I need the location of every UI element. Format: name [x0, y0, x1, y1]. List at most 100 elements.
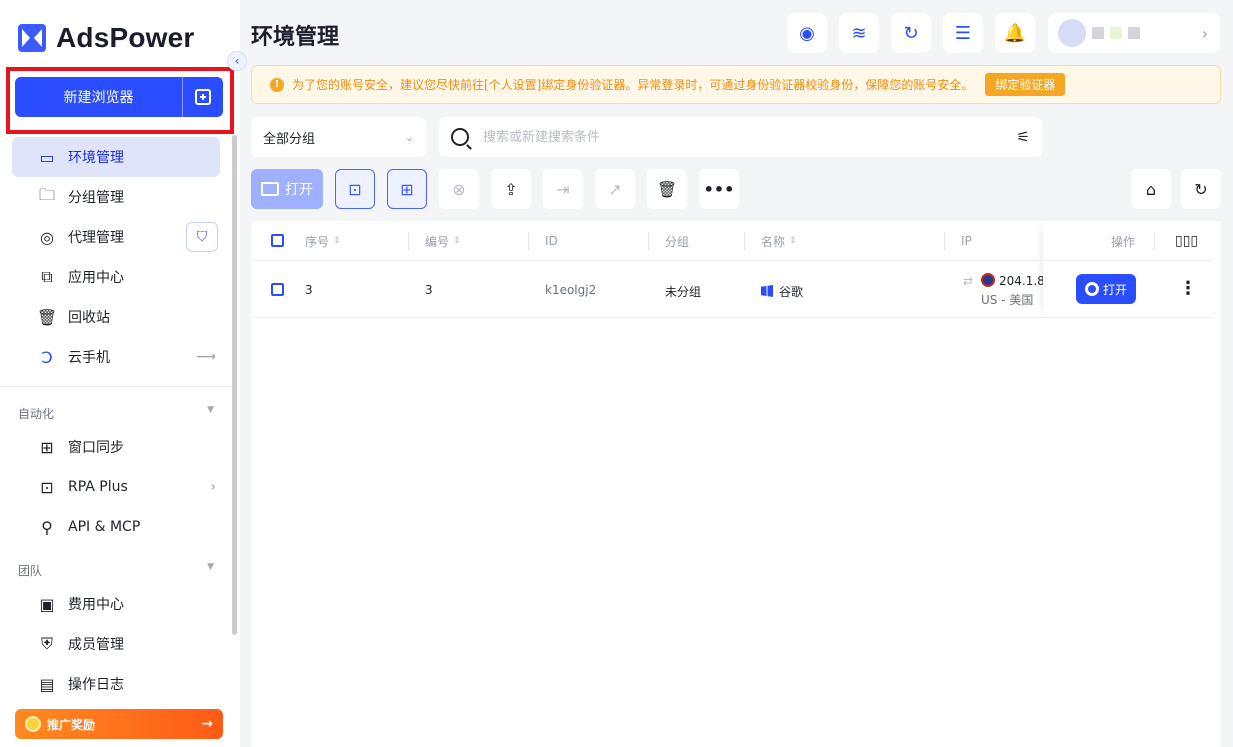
col-actions: 操作: [1111, 221, 1135, 261]
sidebar: AdsPower 新建浏览器 ▭ 环境管理 🗀 分组管理 ◎ 代理管理 ⛉ ⧉ …: [0, 0, 240, 747]
sidebar-item-label: 云手机: [68, 350, 110, 366]
browser-window-icon: ▭: [39, 147, 55, 167]
section-automation[interactable]: 自动化 ▼: [18, 405, 214, 422]
col-name[interactable]: 名称 ⇕: [761, 221, 797, 261]
notifications-button[interactable]: 🔔: [995, 13, 1035, 53]
row-open-button[interactable]: 打开: [1076, 274, 1136, 304]
col-id: ID: [545, 221, 558, 261]
task-list-button[interactable]: ☰: [943, 13, 983, 53]
sidebar-item-billing[interactable]: ▣ 费用中心: [12, 584, 220, 624]
group-select-value: 全部分组: [263, 131, 316, 147]
coin-icon: [25, 716, 41, 732]
sidebar-item-members[interactable]: ⛨ 成员管理: [12, 624, 220, 664]
swap-icon: ⇄: [963, 274, 974, 288]
share-icon: ↗: [608, 179, 622, 199]
sidebar-item-window-sync[interactable]: ⊞ 窗口同步: [12, 427, 220, 467]
open-selected-button[interactable]: 打开: [251, 169, 323, 209]
select-all-checkbox[interactable]: [271, 234, 284, 247]
rpa-button[interactable]: ⊡: [335, 169, 375, 209]
window-sync-button[interactable]: ⊞: [387, 169, 427, 209]
section-team[interactable]: 团队 ▼: [18, 562, 214, 579]
col-separator: [648, 232, 649, 250]
notice-text: 为了您的账号安全，建议您尽快前往[个人设置]绑定身份验证器。异常登录时，可通过身…: [292, 78, 974, 92]
plus-square-icon: [195, 89, 211, 105]
sidebar-item-label: 窗口同步: [68, 440, 124, 456]
col-ip: IP: [961, 221, 972, 261]
shield-user-icon: ⛨: [40, 634, 53, 653]
sidebar-item-cloud-phone[interactable]: Ɔ 云手机 ⟶: [12, 337, 220, 377]
sidebar-item-app-center[interactable]: ⧉ 应用中心: [12, 257, 220, 297]
row-ip: 204.1.89: [981, 273, 1043, 288]
move-group-button[interactable]: ⇥: [543, 169, 583, 209]
col-separator: [744, 232, 745, 250]
section-automation-label: 自动化: [18, 407, 55, 421]
sidebar-item-label: 应用中心: [68, 270, 124, 286]
page-title: 环境管理: [251, 25, 340, 50]
network-button[interactable]: ≋: [839, 13, 879, 53]
app-name: AdsPower: [56, 22, 195, 53]
refresh-button[interactable]: ↻: [1181, 169, 1221, 209]
col-num[interactable]: 编号 ⇕: [425, 221, 461, 261]
row-name: 谷歌: [761, 283, 803, 300]
col-seq[interactable]: 序号 ⇕: [305, 221, 341, 261]
chevron-right-icon: ›: [1201, 23, 1208, 43]
new-browser-label[interactable]: 新建浏览器: [15, 77, 182, 117]
sidebar-item-operation-log[interactable]: ▤ 操作日志: [12, 664, 220, 704]
group-select[interactable]: 全部分组 ⌄: [251, 117, 426, 157]
row-checkbox[interactable]: [271, 283, 284, 296]
upload-icon: ⇪: [504, 179, 518, 199]
col-group: 分组: [665, 221, 689, 261]
col-separator: [528, 232, 529, 250]
new-browser-button[interactable]: 新建浏览器: [15, 77, 223, 117]
sidebar-item-groups[interactable]: 🗀 分组管理: [12, 177, 220, 217]
row-group: 未分组: [665, 285, 702, 299]
upload-button[interactable]: ⇪: [491, 169, 531, 209]
batch-add-button[interactable]: [182, 77, 223, 117]
shopping-bag-icon: ⛉: [196, 229, 208, 245]
sidebar-item-api-mcp[interactable]: ⚲ API & MCP: [12, 507, 220, 547]
arrow-right-icon: ⟶: [195, 349, 216, 365]
robot-icon: ⊡: [348, 179, 362, 199]
search-bar: ⚟: [439, 117, 1042, 157]
caret-down-icon: ▼: [207, 562, 214, 572]
sync-button[interactable]: ↻: [891, 13, 931, 53]
sidebar-item-rpa-plus[interactable]: ⊡ RPA Plus ›: [12, 467, 220, 507]
trash-icon: 🗑: [656, 179, 678, 199]
columns-icon: ▯▯▯: [1175, 233, 1199, 249]
row-id[interactable]: k1eolgj2: [545, 283, 596, 297]
puzzle-icon: ⧉: [41, 267, 53, 286]
sidebar-item-environments[interactable]: ▭ 环境管理: [12, 137, 220, 177]
sidebar-item-proxies[interactable]: ◎ 代理管理 ⛉: [12, 217, 220, 257]
close-circle-icon: ⊗: [452, 179, 466, 199]
plug-icon: ⚲: [41, 517, 53, 537]
proxy-shop-button[interactable]: ⛉: [186, 222, 218, 252]
promo-reward-button[interactable]: 推广奖励 →: [15, 709, 223, 739]
sidebar-item-label: 代理管理: [68, 230, 124, 246]
robot-icon: ⊡: [40, 477, 54, 497]
tag-button[interactable]: ⌂: [1131, 169, 1171, 209]
sidebar-scrollbar[interactable]: [232, 135, 237, 635]
refresh-icon: ↻: [1194, 179, 1208, 199]
sidebar-item-trash[interactable]: 🗑 回收站: [12, 297, 220, 337]
column-settings-button[interactable]: ▯▯▯: [1175, 221, 1198, 261]
search-input[interactable]: [483, 129, 1017, 145]
bind-authenticator-button[interactable]: 绑定验证器: [985, 73, 1066, 96]
row-open-label: 打开: [1102, 282, 1127, 297]
collapse-sidebar-button[interactable]: ‹: [227, 51, 247, 71]
browser-play-icon: [261, 182, 279, 196]
tag-icon: ⌂: [1145, 179, 1157, 199]
sidebar-item-label: API & MCP: [68, 519, 141, 535]
sidebar-item-label: 环境管理: [68, 150, 124, 166]
row-more-icon[interactable]: ⋮: [1179, 278, 1197, 299]
share-button[interactable]: ↗: [595, 169, 635, 209]
user-menu[interactable]: ›: [1048, 13, 1220, 53]
wallet-icon: ▣: [39, 594, 55, 614]
close-browser-button[interactable]: ⊗: [439, 169, 479, 209]
more-button[interactable]: •••: [699, 169, 739, 209]
row-location: US - 美国: [981, 293, 1034, 307]
sort-icon: ⇕: [333, 236, 341, 246]
kernel-button[interactable]: ◉: [787, 13, 827, 53]
proxy-globe-icon: ◎: [40, 227, 54, 247]
delete-button[interactable]: 🗑: [647, 169, 687, 209]
filter-sliders-icon[interactable]: ⚟: [1017, 128, 1030, 146]
